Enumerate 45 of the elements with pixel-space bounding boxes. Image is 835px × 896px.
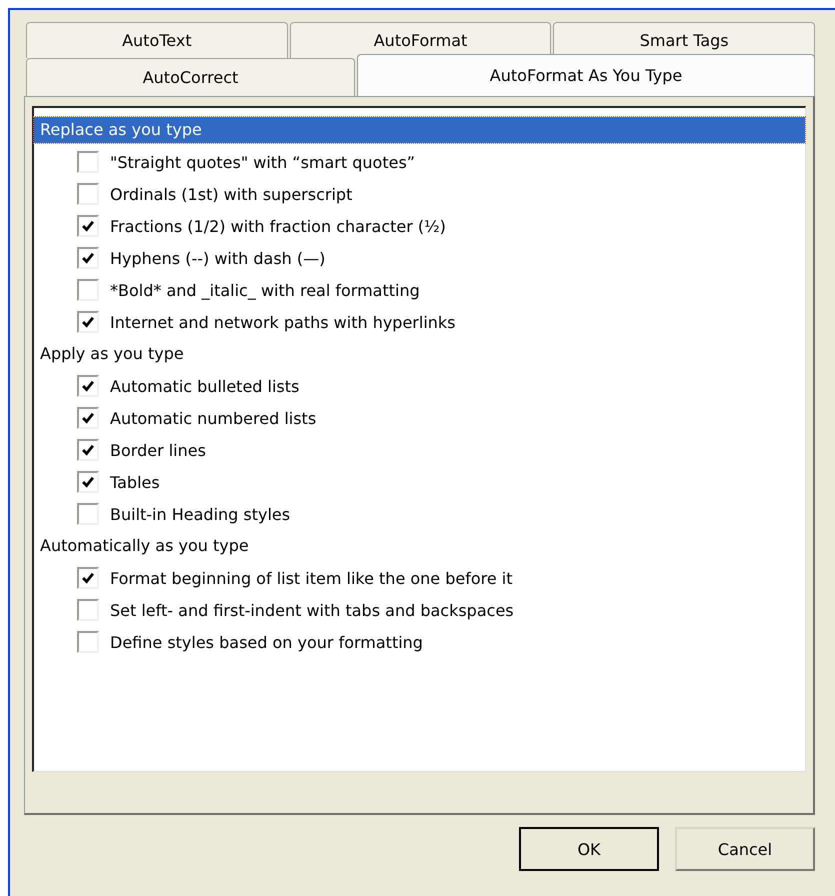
option-label: Internet and network paths with hyperlinks bbox=[110, 312, 456, 332]
checkbox[interactable] bbox=[77, 439, 99, 461]
option-label: *Bold* and _italic_ with real formatting bbox=[110, 280, 420, 300]
checkbox[interactable] bbox=[77, 631, 99, 653]
option-label: Ordinals (1st) with superscript bbox=[110, 184, 352, 204]
option-label: Hyphens (--) with dash (—) bbox=[110, 248, 326, 268]
option-label: Format beginning of list item like the one before it bbox=[110, 568, 513, 588]
checkmark-icon bbox=[81, 411, 95, 425]
checkbox[interactable] bbox=[77, 183, 99, 205]
checkmark-icon bbox=[81, 219, 95, 233]
group-heading[interactable]: Replace as you type bbox=[34, 117, 805, 143]
tab[interactable]: AutoFormat bbox=[290, 22, 552, 58]
checkbox[interactable] bbox=[77, 215, 99, 237]
option-label: Fractions (1/2) with fraction character (½) bbox=[110, 216, 446, 236]
checkmark-icon bbox=[81, 379, 95, 393]
checkbox[interactable] bbox=[77, 279, 99, 301]
checkbox[interactable] bbox=[77, 471, 99, 493]
ok-button[interactable]: OK bbox=[519, 827, 659, 871]
group-heading[interactable]: Apply as you type bbox=[34, 341, 805, 367]
option-label: Automatic bulleted lists bbox=[110, 376, 300, 396]
tab[interactable]: AutoCorrect bbox=[26, 58, 355, 96]
checkbox[interactable] bbox=[77, 151, 99, 173]
cancel-button[interactable]: Cancel bbox=[675, 827, 815, 871]
tab[interactable]: AutoFormat As You Type bbox=[357, 54, 815, 96]
option-label: Define styles based on your formatting bbox=[110, 632, 423, 652]
option-label: Built-in Heading styles bbox=[110, 504, 290, 524]
tab[interactable]: AutoText bbox=[26, 22, 288, 58]
checkmark-icon bbox=[81, 475, 95, 489]
checkbox[interactable] bbox=[77, 311, 99, 333]
option-label: Automatic numbered lists bbox=[110, 408, 316, 428]
option-label: Set left- and first-indent with tabs and backspaces bbox=[110, 600, 514, 620]
checkbox[interactable] bbox=[77, 567, 99, 589]
checkbox[interactable] bbox=[77, 375, 99, 397]
option-label: "Straight quotes" with “smart quotes” bbox=[110, 152, 416, 172]
checkbox[interactable] bbox=[77, 247, 99, 269]
checkmark-icon bbox=[81, 571, 95, 585]
checkmark-icon bbox=[81, 443, 95, 457]
checkbox[interactable] bbox=[77, 407, 99, 429]
option-label: Border lines bbox=[110, 440, 206, 460]
checkmark-icon bbox=[81, 251, 95, 265]
group-heading[interactable]: Automatically as you type bbox=[34, 533, 805, 559]
checkbox[interactable] bbox=[77, 503, 99, 525]
checkbox[interactable] bbox=[77, 599, 99, 621]
checkmark-icon bbox=[81, 315, 95, 329]
option-label: Tables bbox=[110, 472, 160, 492]
